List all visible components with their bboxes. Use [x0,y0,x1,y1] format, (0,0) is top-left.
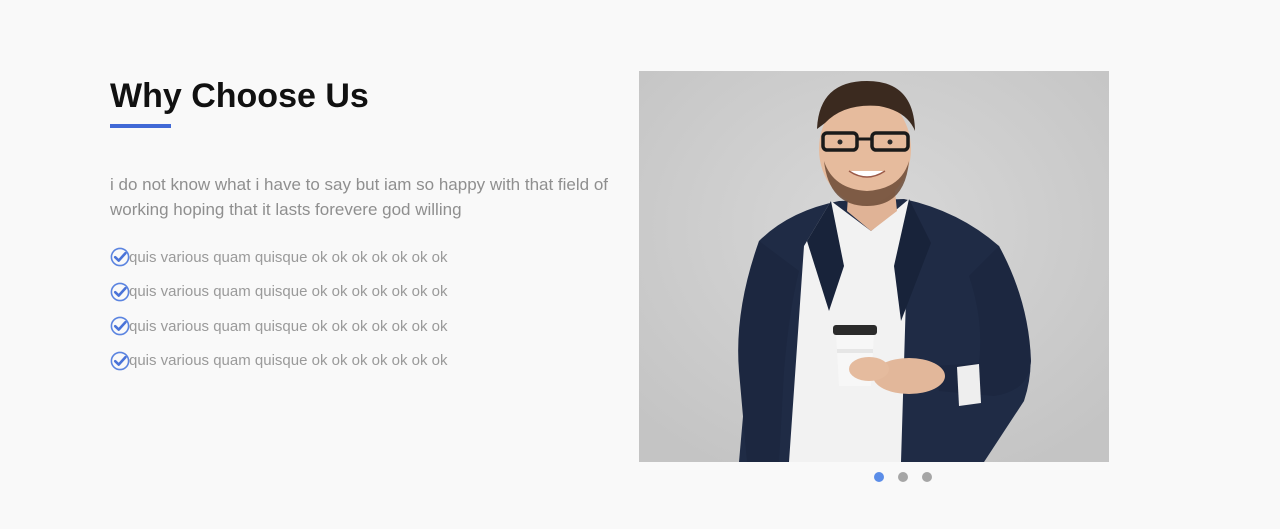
carousel-dot-1[interactable] [874,472,884,482]
carousel-dots [874,472,932,482]
businessman-illustration [639,71,1109,462]
feature-text: quis various quam quisque ok ok ok ok ok… [129,352,448,370]
check-circle-icon [110,282,130,302]
section-intro: i do not know what i have to say but iam… [110,175,609,219]
feature-item: quis various quam quisque ok ok ok ok ok… [110,344,448,379]
title-underline [110,124,171,128]
check-circle-icon [110,247,130,267]
section-title: Why Choose Us [110,77,369,115]
check-circle-icon [110,316,130,336]
feature-list: quis various quam quisque ok ok ok ok ok… [110,240,448,378]
feature-item: quis various quam quisque ok ok ok ok ok… [110,240,448,275]
feature-text: quis various quam quisque ok ok ok ok ok… [129,283,448,301]
businessman-photo [639,71,1109,462]
feature-text: quis various quam quisque ok ok ok ok ok… [129,248,448,266]
carousel-dot-3[interactable] [922,472,932,482]
feature-item: quis various quam quisque ok ok ok ok ok… [110,309,448,344]
feature-item: quis various quam quisque ok ok ok ok ok… [110,275,448,310]
carousel-dot-2[interactable] [898,472,908,482]
check-circle-icon [110,351,130,371]
feature-text: quis various quam quisque ok ok ok ok ok… [129,317,448,335]
